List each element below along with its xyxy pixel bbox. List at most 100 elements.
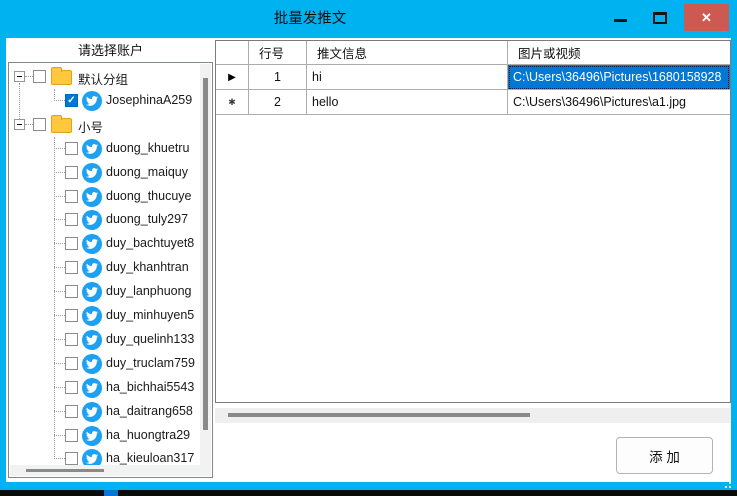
tree-vertical-scrollbar-thumb[interactable] xyxy=(203,78,208,430)
twitter-icon xyxy=(82,426,102,446)
account-checkbox[interactable] xyxy=(65,309,78,322)
account-checkbox[interactable] xyxy=(65,381,78,394)
collapse-toggle-icon[interactable] xyxy=(14,71,25,82)
tree-account-row[interactable]: duy_minhuyen5 xyxy=(9,304,212,328)
tree-account-row[interactable]: ha_huongtra29 xyxy=(9,424,212,448)
tree-account-row[interactable]: duong_khuetru xyxy=(9,137,212,161)
column-header-media[interactable]: 图片或视频 xyxy=(508,41,730,65)
minimize-button[interactable] xyxy=(614,19,627,22)
account-tree: 默认分组✓JosephinaA259小号 duong_khuetru duong_m… xyxy=(8,62,213,478)
account-label: duy_minhuyen5 xyxy=(106,308,201,322)
account-label: duy_khanhtran xyxy=(106,260,201,274)
cell-message[interactable]: hello xyxy=(307,90,508,115)
twitter-icon xyxy=(82,330,102,350)
taskbar-accent xyxy=(104,490,118,496)
table-row: ✱2helloC:\Users\36496\Pictures\a1.jpg xyxy=(216,90,730,115)
account-label: ha_kieuloan317 xyxy=(106,451,201,465)
twitter-icon xyxy=(82,234,102,254)
account-checkbox[interactable] xyxy=(65,166,78,179)
tree-account-row[interactable]: ✓JosephinaA259 xyxy=(9,89,212,113)
twitter-icon xyxy=(82,354,102,374)
tree-account-row[interactable]: duy_quelinh133 xyxy=(9,328,212,352)
twitter-icon xyxy=(82,91,102,111)
account-checkbox[interactable] xyxy=(65,190,78,203)
account-label: ha_bichhai5543 xyxy=(106,380,201,394)
account-label: duong_khuetru xyxy=(106,141,201,155)
column-header-message[interactable]: 推文信息 xyxy=(307,41,508,65)
account-checkbox[interactable]: ✓ xyxy=(65,94,78,107)
group-label: 默认分组 xyxy=(78,69,206,88)
grid-rows: ▶1hiC:\Users\36496\Pictures\1680158928✱2… xyxy=(216,65,730,115)
grid-corner-header[interactable] xyxy=(216,41,249,65)
account-checkbox[interactable] xyxy=(65,357,78,370)
account-checkbox[interactable] xyxy=(65,333,78,346)
tree-horizontal-scrollbar[interactable] xyxy=(10,465,200,476)
account-label: duy_truclam759 xyxy=(106,356,201,370)
window-border-bottom xyxy=(0,482,737,490)
twitter-icon xyxy=(82,306,102,326)
current-row-indicator-icon[interactable]: ▶ xyxy=(216,65,249,90)
window-border-right xyxy=(731,38,737,490)
cell-media-path[interactable]: C:\Users\36496\Pictures\1680158928 xyxy=(508,65,730,90)
folder-icon xyxy=(51,118,72,133)
tree-group-row[interactable]: 默认分组 xyxy=(9,65,212,89)
tree-account-row[interactable]: duy_khanhtran xyxy=(9,256,212,280)
account-label: duong_tuly297 xyxy=(106,212,201,226)
account-label: duong_thucuye xyxy=(106,189,201,203)
tree-vertical-scrollbar[interactable] xyxy=(200,64,211,476)
twitter-icon xyxy=(82,163,102,183)
account-label: duy_quelinh133 xyxy=(106,332,201,346)
maximize-button[interactable] xyxy=(653,12,667,24)
account-label: duy_bachtuyet8 xyxy=(106,236,201,250)
tree-account-row[interactable]: duong_tuly297 xyxy=(9,208,212,232)
account-checkbox[interactable] xyxy=(65,452,78,465)
tree-account-row[interactable]: duong_maiquy xyxy=(9,161,212,185)
twitter-icon xyxy=(82,187,102,207)
account-label: ha_daitrang658 xyxy=(106,404,201,418)
tree-account-row[interactable]: duy_bachtuyet8 xyxy=(9,232,212,256)
account-checkbox[interactable] xyxy=(65,142,78,155)
group-checkbox[interactable] xyxy=(33,70,46,83)
account-checkbox[interactable] xyxy=(65,405,78,418)
group-checkbox[interactable] xyxy=(33,118,46,131)
tweet-grid: 行号 推文信息 图片或视频 ▶1hiC:\Users\36496\Picture… xyxy=(215,40,731,403)
account-checkbox[interactable] xyxy=(65,213,78,226)
account-label: ha_huongtra29 xyxy=(106,428,201,442)
window-border-left xyxy=(0,38,6,490)
account-checkbox[interactable] xyxy=(65,237,78,250)
account-label: duy_lanphuong xyxy=(106,284,201,298)
tree-horizontal-scrollbar-thumb[interactable] xyxy=(26,469,104,472)
title-bar: 批量发推文 ✕ xyxy=(0,0,737,38)
collapse-toggle-icon[interactable] xyxy=(14,119,25,130)
cell-row-number[interactable]: 2 xyxy=(249,90,307,115)
table-row: ▶1hiC:\Users\36496\Pictures\1680158928 xyxy=(216,65,730,90)
account-checkbox[interactable] xyxy=(65,429,78,442)
new-row-indicator-icon[interactable]: ✱ xyxy=(216,90,249,115)
app-window: 批量发推文 ✕ 请选择账户 默认分组✓JosephinaA259小号duong_… xyxy=(0,0,737,496)
cell-message[interactable]: hi xyxy=(307,65,508,90)
twitter-icon xyxy=(82,258,102,278)
folder-icon xyxy=(51,70,72,85)
tree-account-row[interactable]: ha_bichhai5543 xyxy=(9,376,212,400)
twitter-icon xyxy=(82,282,102,302)
cell-media-path[interactable]: C:\Users\36496\Pictures\a1.jpg xyxy=(508,90,730,115)
tree-account-row[interactable]: duong_thucuye xyxy=(9,185,212,209)
account-tree-body: 默认分组✓JosephinaA259小号 duong_khuetru duong_m… xyxy=(9,63,212,477)
account-label: duong_maiquy xyxy=(106,165,201,179)
account-checkbox[interactable] xyxy=(65,285,78,298)
close-button[interactable]: ✕ xyxy=(684,4,729,31)
grid-horizontal-scrollbar[interactable] xyxy=(215,408,731,423)
twitter-icon xyxy=(82,210,102,230)
resize-grip-icon[interactable] xyxy=(719,482,733,490)
tree-group-row[interactable]: 小号 xyxy=(9,113,212,137)
grid-horizontal-scrollbar-thumb[interactable] xyxy=(228,413,530,417)
tree-account-row[interactable]: duy_lanphuong xyxy=(9,280,212,304)
tree-account-row[interactable]: duy_truclam759 xyxy=(9,352,212,376)
twitter-icon xyxy=(82,402,102,422)
twitter-icon xyxy=(82,378,102,398)
cell-row-number[interactable]: 1 xyxy=(249,65,307,90)
column-header-row-number[interactable]: 行号 xyxy=(249,41,307,65)
add-button[interactable]: 添 加 xyxy=(616,437,713,474)
account-checkbox[interactable] xyxy=(65,261,78,274)
tree-account-row[interactable]: ha_daitrang658 xyxy=(9,400,212,424)
